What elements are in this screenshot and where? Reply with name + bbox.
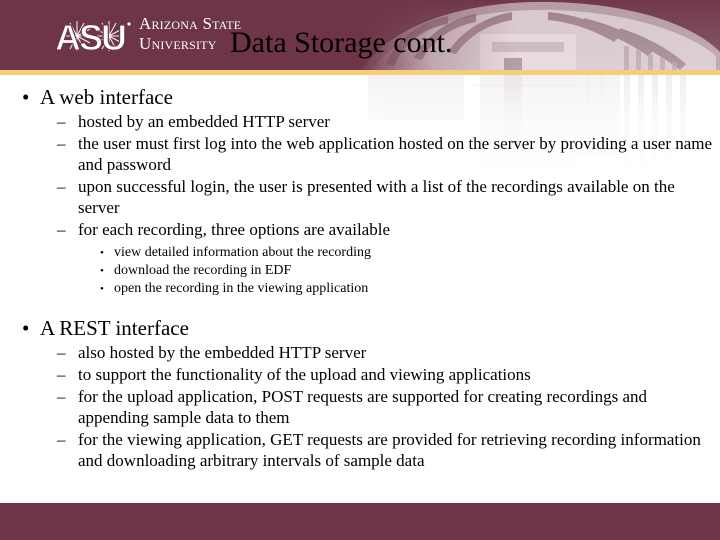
bullet-level2-icon: – bbox=[57, 220, 66, 239]
slide-title: Data Storage cont. bbox=[230, 26, 453, 59]
asu-wordmark-line1: Arizona State bbox=[139, 14, 242, 33]
list-item-label: view detailed information about the reco… bbox=[114, 245, 371, 260]
asu-sunburst-icon: ASU bbox=[54, 16, 133, 59]
list-item-label: for each recording, three options are av… bbox=[78, 220, 390, 239]
bullet-level1-icon: • bbox=[22, 316, 30, 340]
svg-text:ASU: ASU bbox=[55, 17, 125, 56]
section-heading-label: A web interface bbox=[40, 85, 173, 109]
section-heading: • A REST interface bbox=[0, 315, 720, 341]
bullet-level2-icon: – bbox=[57, 387, 66, 406]
list-item: – for each recording, three options are … bbox=[40, 219, 720, 240]
section-items: – hosted by an embedded HTTP server – th… bbox=[40, 111, 720, 298]
bullet-level2-icon: – bbox=[57, 430, 66, 449]
slide: ASU Arizona State University Data Storag… bbox=[0, 0, 720, 540]
list-item: – also hosted by the embedded HTTP serve… bbox=[40, 342, 720, 363]
bullet-level3-icon: • bbox=[100, 265, 104, 277]
list-item: – to support the functionality of the up… bbox=[40, 364, 720, 385]
slide-content: • A web interface – hosted by an embedde… bbox=[0, 82, 720, 471]
bullet-level2-icon: – bbox=[57, 365, 66, 384]
bullet-level3-icon: • bbox=[100, 247, 104, 259]
list-item: • open the recording in the viewing appl… bbox=[82, 280, 720, 298]
bullet-level2-icon: – bbox=[57, 343, 66, 362]
section-heading: • A web interface bbox=[0, 84, 720, 110]
list-item: – hosted by an embedded HTTP server bbox=[40, 111, 720, 132]
list-item: – the user must first log into the web a… bbox=[40, 133, 720, 175]
asu-wordmark: Arizona State University bbox=[139, 14, 241, 54]
asu-wordmark-line2: University bbox=[139, 34, 217, 53]
list-item-label: for the upload application, POST request… bbox=[78, 387, 648, 427]
bullet-level2-icon: – bbox=[57, 112, 66, 131]
list-item: • download the recording in EDF bbox=[82, 262, 720, 280]
bullet-level2-icon: – bbox=[57, 134, 66, 153]
list-item: • view detailed information about the re… bbox=[82, 244, 720, 262]
list-item-label: to support the functionality of the uplo… bbox=[78, 365, 531, 384]
list-item-label: the user must first log into the web app… bbox=[78, 134, 713, 174]
list-item: – upon successful login, the user is pre… bbox=[40, 176, 720, 218]
sub-list: • view detailed information about the re… bbox=[82, 244, 720, 298]
list-item-label: for the viewing application, GET request… bbox=[78, 430, 701, 470]
list-item-label: download the recording in EDF bbox=[114, 263, 292, 278]
section-heading-label: A REST interface bbox=[40, 316, 189, 340]
section-items: – also hosted by the embedded HTTP serve… bbox=[40, 342, 720, 471]
bullet-level3-icon: • bbox=[100, 283, 104, 295]
list-item: – for the upload application, POST reque… bbox=[40, 386, 720, 428]
list-item-label: open the recording in the viewing applic… bbox=[114, 281, 369, 296]
list-item-label: also hosted by the embedded HTTP server bbox=[78, 343, 367, 362]
outline-root: • A web interface – hosted by an embedde… bbox=[0, 84, 720, 471]
footer-band bbox=[0, 503, 720, 540]
bullet-level1-icon: • bbox=[22, 85, 30, 109]
list-item-label: upon successful login, the user is prese… bbox=[78, 177, 675, 217]
bullet-level2-icon: – bbox=[57, 177, 66, 196]
list-item-label: hosted by an embedded HTTP server bbox=[78, 112, 330, 131]
list-item: – for the viewing application, GET reque… bbox=[40, 429, 720, 471]
